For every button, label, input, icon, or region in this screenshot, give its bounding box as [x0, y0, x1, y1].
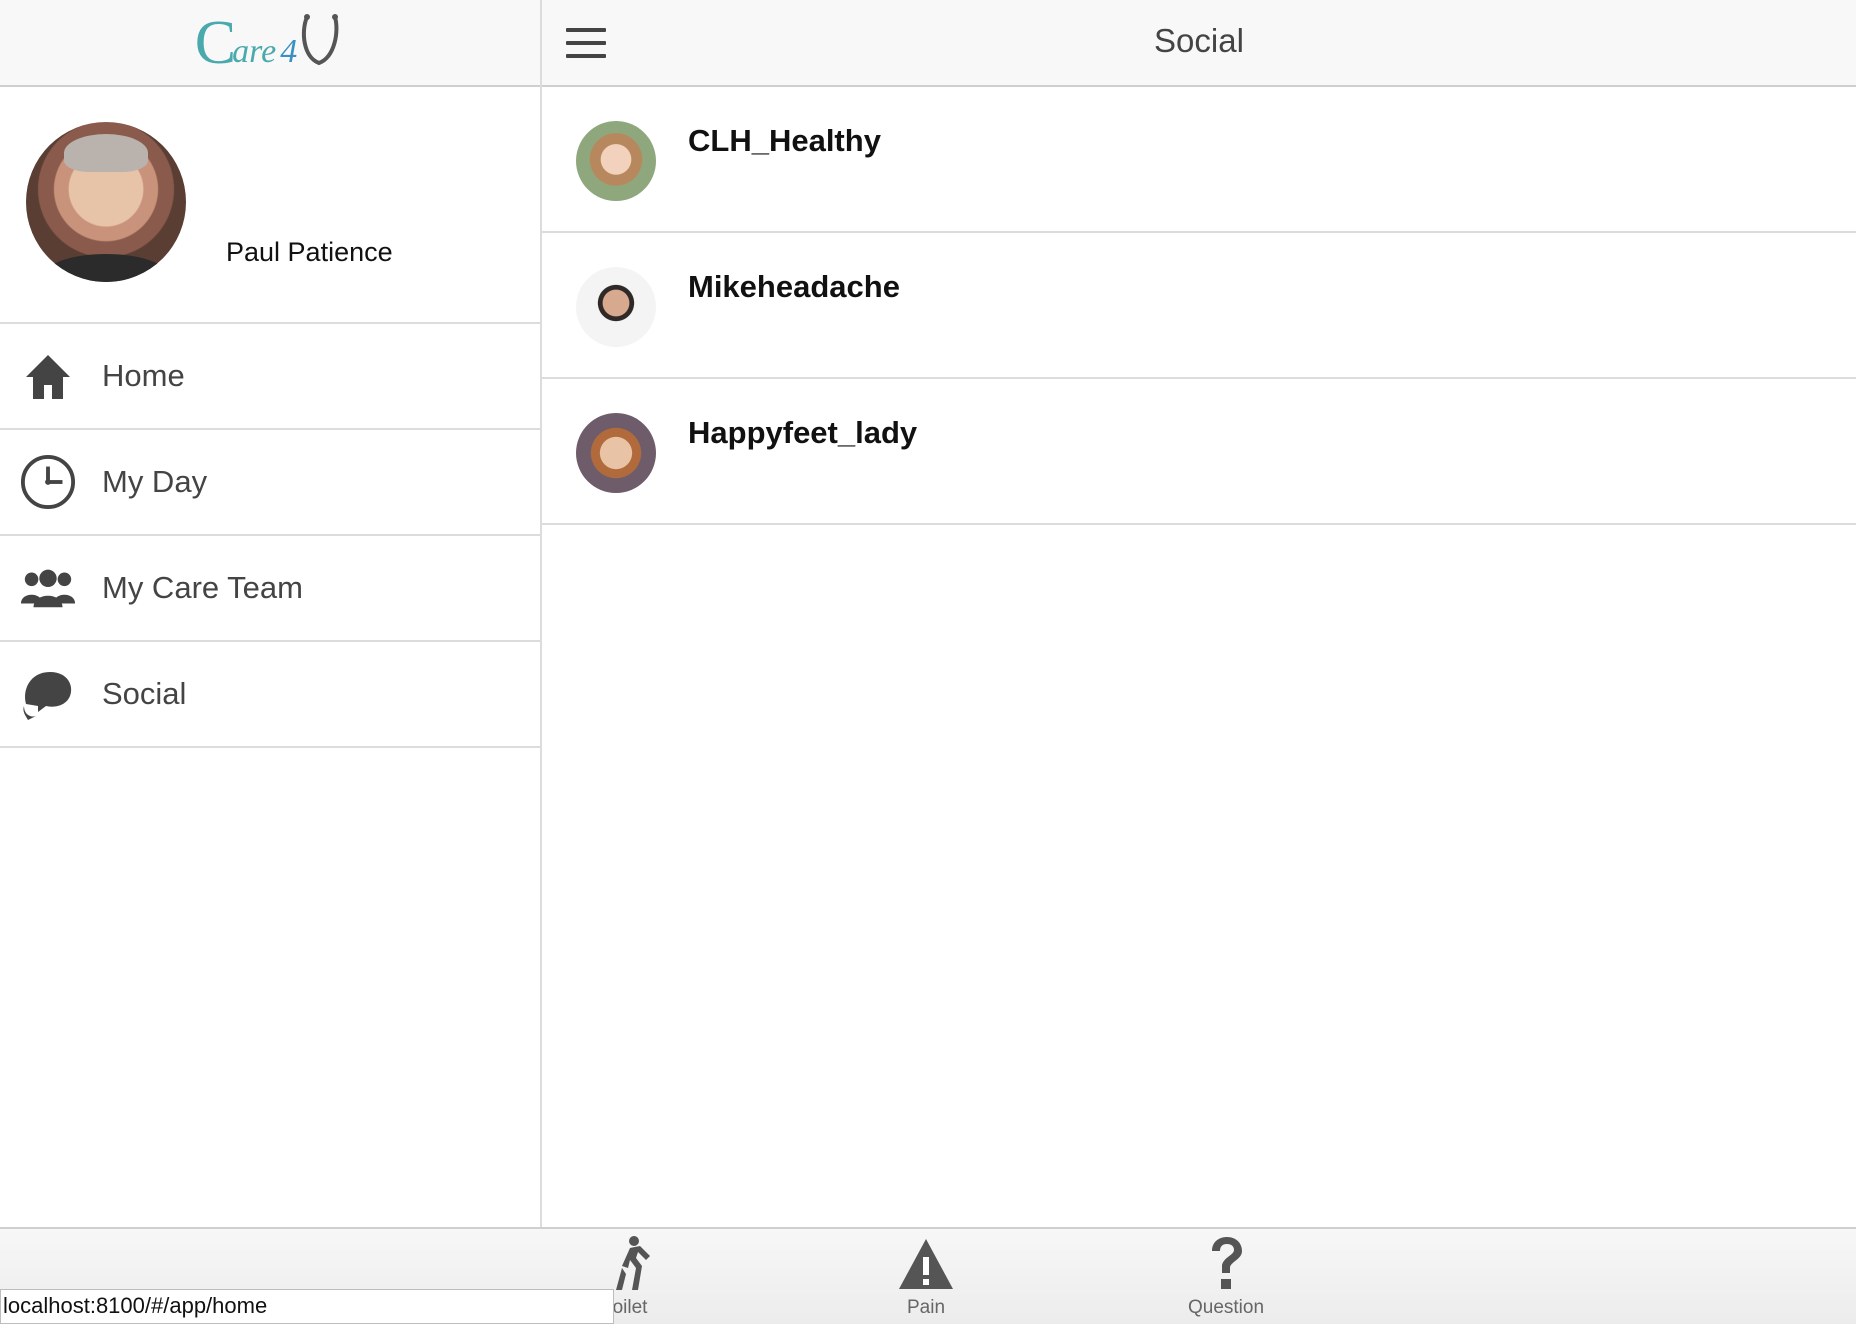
user-name: Mikeheadache: [688, 269, 900, 304]
sidebar-item-label: My Care Team: [102, 570, 303, 605]
question-mark-icon: [1136, 1233, 1316, 1295]
sidebar-item-social[interactable]: Social: [0, 642, 540, 748]
user-avatar: [576, 267, 656, 347]
clock-icon: [20, 454, 76, 510]
user-profile: Paul Patience: [0, 87, 540, 324]
user-name: Happyfeet_lady: [688, 415, 918, 450]
list-item[interactable]: Mikeheadache: [542, 233, 1856, 379]
side-menu-header: C are 4: [0, 0, 540, 87]
sidebar-item-my-care-team[interactable]: My Care Team: [0, 536, 540, 642]
sidebar-item-label: Social: [102, 676, 187, 711]
people-icon: [20, 560, 76, 616]
page-title: Social: [1154, 22, 1244, 59]
sidebar-item-my-day[interactable]: My Day: [0, 430, 540, 536]
side-menu: C are 4 Paul Patience Home My Day My Car…: [0, 0, 542, 1227]
tab-question[interactable]: Question: [1136, 1233, 1316, 1323]
walking-person-icon: [540, 1233, 720, 1295]
list-item[interactable]: Happyfeet_lady: [542, 379, 1856, 525]
user-avatar: [576, 121, 656, 201]
home-icon: [20, 348, 76, 404]
tab-pain[interactable]: Pain: [836, 1233, 1016, 1323]
tab-label: Question: [1187, 1297, 1265, 1318]
social-user-list: CLH_Healthy Mikeheadache Happyfeet_lady: [542, 87, 1856, 525]
tab-label: Pain: [906, 1297, 946, 1318]
sidebar-item-home[interactable]: Home: [0, 324, 540, 430]
sidebar-item-label: My Day: [102, 464, 208, 499]
sidebar-item-label: Home: [102, 358, 185, 393]
user-avatar: [576, 413, 656, 493]
stethoscope-icon: [302, 13, 339, 65]
main-header: Social: [542, 0, 1856, 87]
user-name: Paul Patience: [226, 237, 393, 267]
warning-icon: [836, 1233, 1016, 1295]
user-name: CLH_Healthy: [688, 123, 881, 158]
status-bar-url: localhost:8100/#/app/home: [0, 1289, 614, 1324]
care4u-logo: C are 4: [195, 12, 345, 74]
avatar: [26, 122, 186, 282]
list-item[interactable]: CLH_Healthy: [542, 87, 1856, 233]
chat-bubble-icon: [20, 666, 76, 722]
